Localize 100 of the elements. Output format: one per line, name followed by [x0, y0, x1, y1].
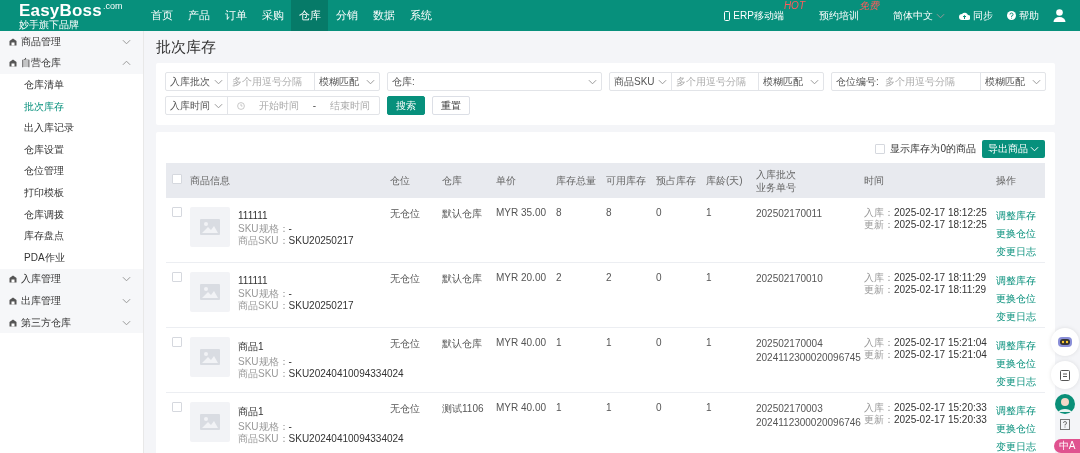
header-link[interactable]: ERP移动端: [724, 8, 784, 23]
action-link[interactable]: 更换仓位: [996, 422, 1045, 436]
action-link[interactable]: 更换仓位: [996, 292, 1045, 306]
language-dropdown[interactable]: 简体中文: [893, 8, 945, 23]
sidebar-group[interactable]: 出库管理: [0, 290, 143, 312]
action-link[interactable]: 更换仓位: [996, 357, 1045, 371]
avatar-icon[interactable]: [1055, 394, 1075, 414]
product-sku: 商品SKU：SKU20250217: [238, 300, 354, 312]
robot-assistant-icon[interactable]: [1051, 328, 1079, 356]
dropdown[interactable]: 模糊匹配: [759, 73, 823, 90]
dropdown[interactable]: 仓库:: [388, 73, 601, 90]
sku-spec: SKU规格：-: [238, 288, 293, 300]
dropdown[interactable]: 模糊匹配: [981, 73, 1045, 90]
header-link[interactable]: 同步: [959, 8, 993, 23]
chevron-down-icon: [122, 276, 131, 283]
nav-tab[interactable]: 采购: [254, 0, 291, 31]
product-sku: 商品SKU：SKU20250217: [238, 235, 354, 247]
nav-tab[interactable]: 产品: [180, 0, 217, 31]
action-link[interactable]: 调整库存: [996, 339, 1045, 353]
language-badge[interactable]: 中A: [1054, 439, 1080, 453]
action-link[interactable]: 变更日志: [996, 375, 1045, 389]
sidebar-group[interactable]: 入库管理: [0, 268, 143, 291]
nav-tab[interactable]: 订单: [217, 0, 254, 31]
image-placeholder: [190, 337, 230, 377]
chevron-up-icon: [122, 60, 131, 67]
table-cell: 0: [656, 392, 706, 453]
column-header: 预占库存: [656, 163, 706, 198]
input-field[interactable]: 多个用逗号分隔: [672, 73, 759, 90]
dropdown[interactable]: 入库批次: [166, 73, 228, 90]
column-header: 仓位: [390, 163, 442, 198]
reset-button[interactable]: 重置: [432, 96, 470, 115]
image-placeholder: [190, 402, 230, 442]
table-cell: 1: [706, 327, 756, 393]
select-all-checkbox[interactable]: [172, 174, 182, 184]
row-checkbox[interactable]: [172, 207, 182, 217]
column-header: 单价: [496, 163, 556, 198]
nav-tab[interactable]: 仓库: [291, 0, 328, 31]
logo-text: EasyBoss: [19, 1, 102, 19]
table-cell: 2: [556, 262, 606, 328]
nav-tab[interactable]: 分销: [328, 0, 365, 31]
dropdown[interactable]: 入库时间: [166, 97, 228, 114]
column-header: 可用库存: [606, 163, 656, 198]
chevron-down-icon: [1030, 146, 1039, 152]
mobile-phone-icon: [724, 10, 731, 21]
start-date-field[interactable]: 开始时间: [259, 98, 299, 113]
action-link[interactable]: 变更日志: [996, 310, 1045, 324]
export-button[interactable]: 导出商品: [982, 140, 1045, 158]
end-date-field[interactable]: 结束时间: [329, 98, 370, 113]
row-checkbox[interactable]: [172, 337, 182, 347]
clock-icon: [237, 101, 246, 110]
range-separator: -: [312, 100, 316, 111]
header-link[interactable]: 帮助: [1007, 8, 1039, 23]
row-checkbox[interactable]: [172, 272, 182, 282]
user-icon[interactable]: [1053, 9, 1066, 22]
table-cell: MYR 40.00: [496, 327, 556, 393]
nav-tab[interactable]: 数据: [365, 0, 402, 31]
cloud-upload-icon: [959, 11, 970, 20]
input-field[interactable]: 多个用逗号分隔: [228, 73, 315, 90]
chevron-down-icon: [1032, 78, 1041, 85]
timestamp: 入库：2025-02-17 18:12:25: [864, 207, 988, 219]
header-link[interactable]: 预约培训: [819, 8, 859, 23]
warehouse-icon: [9, 318, 17, 327]
nav-tab[interactable]: 系统: [402, 0, 439, 31]
action-link[interactable]: 更换仓位: [996, 227, 1045, 241]
sidebar-group[interactable]: 商品管理: [0, 31, 143, 53]
document-icon[interactable]: [1051, 361, 1079, 389]
logo-tagline: 妙手旗下品牌: [19, 18, 79, 30]
table-cell: 1: [706, 198, 756, 263]
search-button[interactable]: 搜索: [387, 96, 425, 115]
page-title: 批次库存: [156, 36, 217, 57]
input-field[interactable]: 仓位编号: 多个用逗号分隔: [832, 73, 981, 90]
table-cell: 0: [656, 262, 706, 328]
table-cell: 1: [606, 392, 656, 453]
promo-label: HOT: [783, 0, 805, 11]
table-cell: 2: [606, 262, 656, 328]
help-icon: [1007, 11, 1016, 20]
action-link[interactable]: 调整库存: [996, 209, 1045, 223]
chevron-down-icon: [658, 78, 667, 85]
chevron-down-icon: [588, 78, 597, 85]
dropdown[interactable]: 模糊匹配: [315, 73, 379, 90]
action-link[interactable]: 变更日志: [996, 245, 1045, 259]
table-cell: MYR 40.00: [496, 392, 556, 453]
nav-tab[interactable]: 首页: [143, 0, 180, 31]
table-cell: 0: [656, 327, 706, 393]
chevron-down-icon: [122, 38, 131, 45]
action-link[interactable]: 调整库存: [996, 404, 1045, 418]
row-checkbox[interactable]: [172, 402, 182, 412]
show-zero-stock-checkbox[interactable]: 显示库存为0的商品: [875, 142, 976, 156]
sidebar-group[interactable]: 第三方仓库: [0, 311, 143, 334]
action-link[interactable]: 变更日志: [996, 440, 1045, 453]
help-icon[interactable]: [1060, 419, 1070, 430]
table-cell: 1: [556, 327, 606, 393]
dropdown[interactable]: 商品SKU: [610, 73, 672, 90]
warehouse-icon: [9, 37, 17, 46]
batch-number: 2024112300020096745: [756, 351, 862, 365]
action-link[interactable]: 调整库存: [996, 274, 1045, 288]
sidebar-group[interactable]: 自营仓库: [0, 52, 143, 75]
table-cell: 0: [656, 198, 706, 263]
column-header: 仓库: [442, 163, 496, 198]
timestamp: 更新：2025-02-17 15:20:33: [864, 414, 988, 426]
